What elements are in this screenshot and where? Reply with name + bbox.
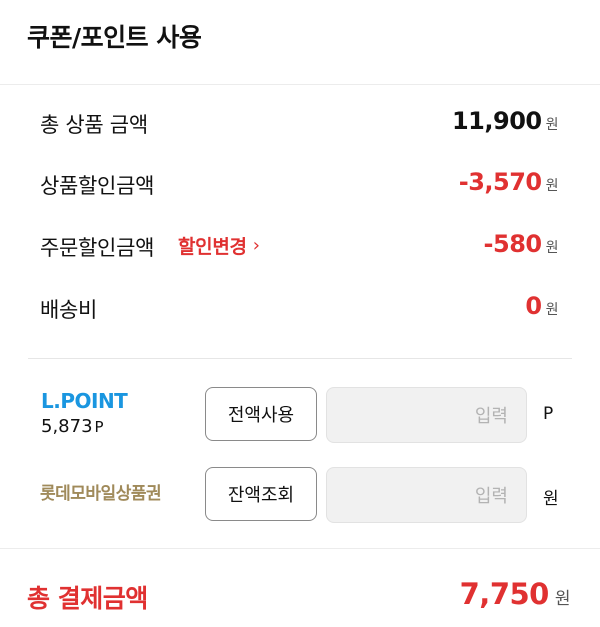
won-unit: 원 bbox=[554, 589, 571, 609]
lpoint-input-placeholder: 입력 bbox=[474, 406, 508, 427]
lpoint-input[interactable]: 입력 bbox=[326, 387, 527, 443]
discount-change-link[interactable]: 할인변경 › bbox=[178, 232, 260, 259]
product-discount-amount: -3,570 원 bbox=[458, 168, 559, 196]
chevron-right-icon: › bbox=[252, 235, 260, 256]
shipping-label: 배송비 bbox=[40, 298, 98, 322]
section-divider bbox=[28, 358, 572, 359]
lpoint-suffix: P bbox=[543, 404, 554, 424]
won-unit: 원 bbox=[545, 178, 559, 194]
total-row: 총 결제금액 7,750 원 bbox=[0, 548, 600, 627]
product-total-value: 11,900 bbox=[451, 107, 542, 135]
order-discount-row: 주문할인금액 할인변경 › -580 원 bbox=[0, 228, 600, 268]
product-total-label: 총 상품 금액 bbox=[40, 113, 148, 137]
discount-change-label: 할인변경 bbox=[178, 236, 247, 258]
lpoint-balance-value: 5,873 bbox=[41, 416, 93, 437]
product-total-row: 총 상품 금액 11,900 원 bbox=[0, 105, 600, 145]
total-amount: 7,750 원 bbox=[459, 577, 571, 611]
giftcard-suffix: 원 bbox=[543, 489, 559, 509]
shipping-value: 0 bbox=[525, 292, 542, 320]
product-total-amount: 11,900 원 bbox=[451, 107, 559, 135]
product-discount-label: 상품할인금액 bbox=[40, 174, 155, 198]
page-title: 쿠폰/포인트 사용 bbox=[27, 23, 202, 52]
shipping-row: 배송비 0 원 bbox=[0, 290, 600, 330]
giftcard-title: 롯데모바일상품권 bbox=[40, 484, 162, 504]
lpoint-balance: 5,873 P bbox=[41, 416, 104, 437]
total-label: 총 결제금액 bbox=[27, 584, 148, 613]
order-discount-amount: -580 원 bbox=[483, 230, 559, 258]
lpoint-title: L.POINT bbox=[41, 389, 128, 413]
check-balance-button[interactable]: 잔액조회 bbox=[205, 467, 317, 521]
won-unit: 원 bbox=[545, 240, 559, 256]
giftcard-input-placeholder: 입력 bbox=[474, 486, 508, 507]
giftcard-input[interactable]: 입력 bbox=[326, 467, 527, 523]
won-unit: 원 bbox=[545, 117, 559, 133]
total-value: 7,750 bbox=[459, 577, 550, 611]
lpoint-balance-unit: P bbox=[94, 418, 104, 436]
shipping-amount: 0 원 bbox=[525, 292, 558, 320]
order-discount-value: -580 bbox=[483, 230, 543, 258]
header: 쿠폰/포인트 사용 bbox=[0, 0, 600, 85]
product-discount-row: 상품할인금액 -3,570 원 bbox=[0, 166, 600, 206]
won-unit: 원 bbox=[545, 302, 559, 318]
order-discount-label: 주문할인금액 bbox=[40, 236, 155, 260]
use-all-points-button[interactable]: 전액사용 bbox=[205, 387, 317, 441]
product-discount-value: -3,570 bbox=[458, 168, 542, 196]
